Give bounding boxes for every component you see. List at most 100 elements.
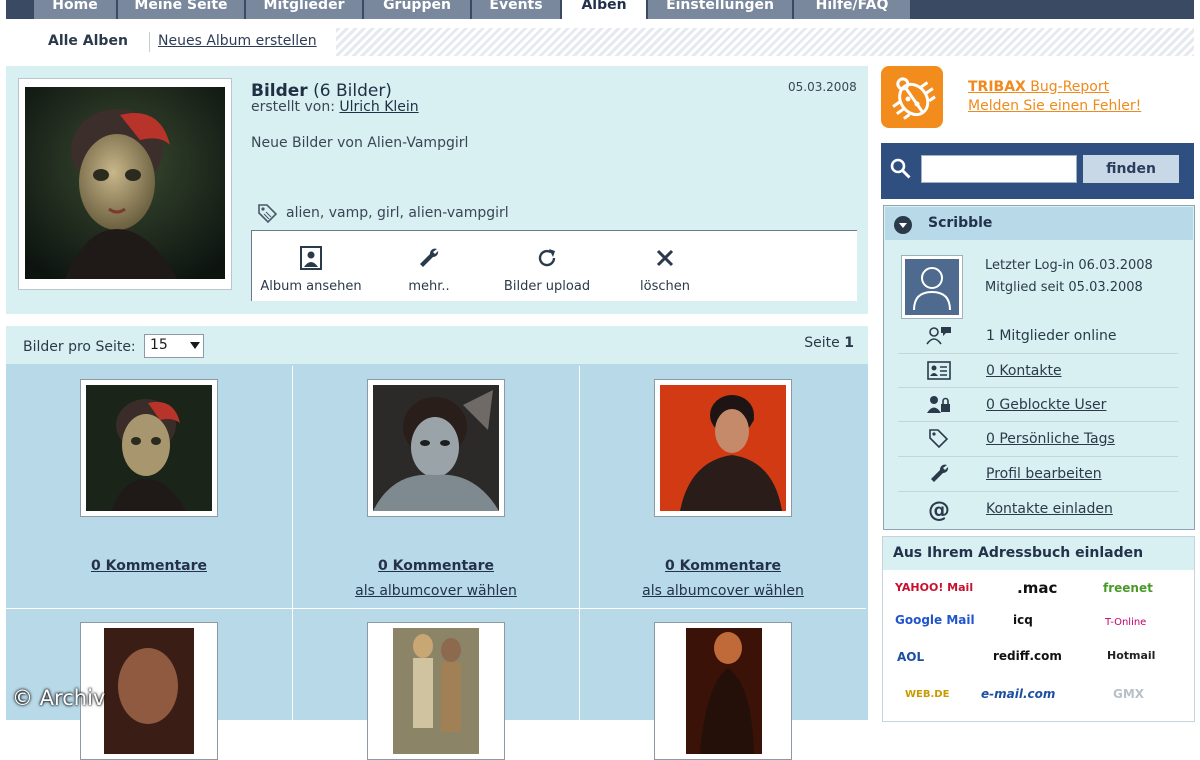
collapse-toggle[interactable]	[894, 216, 912, 234]
provider-email[interactable]: e-mail.com	[981, 687, 1055, 701]
provider-gmx[interactable]: GMX	[1113, 687, 1144, 701]
tag-icon	[258, 204, 278, 224]
album-icon	[300, 246, 322, 270]
album-creator: erstellt von: Ulrich Klein	[251, 99, 419, 115]
gallery-thumbnail[interactable]	[367, 379, 505, 517]
members-online-item: 1 Mitglieder online	[898, 319, 1178, 353]
bug-report-brand: TRIBAX	[968, 79, 1026, 95]
search-button[interactable]: finden	[1083, 155, 1179, 183]
wrench-icon	[420, 248, 439, 267]
album-tags-text: alien, vamp, girl, alien-vampgirl	[286, 205, 509, 221]
album-title: Bilder (6 Bilder)	[251, 81, 392, 101]
comments-link[interactable]: 0 Kommentare	[293, 558, 579, 574]
provider-yahoo[interactable]: YAHOO! Mail	[895, 581, 973, 594]
provider-mac[interactable]: .mac	[1017, 579, 1057, 597]
per-page-value: 15	[150, 337, 168, 353]
at-icon: @	[928, 498, 950, 521]
username: Scribble	[928, 215, 993, 231]
tab-hilfe-faq[interactable]: Hilfe/FAQ	[794, 0, 910, 19]
search-box: finden	[881, 143, 1194, 199]
contacts-item[interactable]: 0 Kontakte	[898, 353, 1178, 388]
provider-hotmail[interactable]: Hotmail	[1107, 649, 1155, 662]
view-album-button[interactable]: Album ansehen	[252, 231, 370, 301]
invite-contacts-link[interactable]: Kontakte einladen	[986, 501, 1113, 517]
provider-rediff[interactable]: rediff.com	[993, 649, 1062, 663]
created-by-label: erstellt von:	[251, 99, 335, 115]
album-panel: Bilder (6 Bilder) 05.03.2008 erstellt vo…	[6, 66, 868, 314]
tab-meine-seite[interactable]: Meine Seite	[118, 0, 244, 19]
per-page-label: Bilder pro Seite:	[23, 339, 136, 355]
bug-report-link[interactable]: Melden Sie einen Fehler!	[968, 98, 1141, 114]
personal-tags-link[interactable]: 0 Persönliche Tags	[986, 431, 1115, 447]
provider-aol[interactable]: AOL	[897, 650, 924, 664]
provider-webde[interactable]: WEB.DE	[905, 689, 949, 700]
chevron-down-icon	[899, 223, 907, 228]
edit-profile-link[interactable]: Profil bearbeiten	[986, 466, 1102, 482]
contacts-link[interactable]: 0 Kontakte	[986, 363, 1062, 379]
gallery-item: 0 Kommentare	[6, 366, 293, 609]
personal-tags-item[interactable]: 0 Persönliche Tags	[898, 421, 1178, 456]
tab-alben[interactable]: Alben	[562, 0, 646, 20]
members-online-label: 1 Mitglieder online	[986, 328, 1117, 344]
tab-home[interactable]: Home	[34, 0, 116, 19]
delete-album-button[interactable]: löschen	[610, 231, 720, 301]
tab-events[interactable]: Events	[472, 0, 560, 19]
per-page-select[interactable]: 15	[144, 334, 204, 358]
refresh-icon	[538, 249, 556, 267]
edit-profile-item[interactable]: Profil bearbeiten	[898, 456, 1178, 491]
ladybug-icon[interactable]	[881, 66, 943, 128]
search-input[interactable]	[921, 155, 1077, 183]
comments-link[interactable]: 0 Kommentare	[580, 558, 866, 574]
gallery-item: 0 Kommentare als albumcover wählen	[293, 366, 580, 609]
user-panel: Scribble Letzter Log-in 06.03.2008 Mitgl…	[883, 205, 1195, 530]
set-album-cover-link[interactable]: als albumcover wählen	[293, 583, 579, 599]
tab-gruppen[interactable]: Gruppen	[364, 0, 470, 19]
new-album-link[interactable]: Neues Album erstellen	[158, 33, 317, 49]
page-label: Seite	[804, 335, 840, 351]
tab-mitglieder[interactable]: Mitglieder	[246, 0, 362, 19]
gallery-thumbnail[interactable]	[654, 622, 792, 760]
gallery-thumbnail[interactable]	[654, 379, 792, 517]
upload-images-button[interactable]: Bilder upload	[492, 231, 602, 301]
invite-addressbook-panel: Aus Ihrem Adressbuch einladen YAHOO! Mai…	[882, 536, 1195, 722]
search-icon	[890, 158, 911, 179]
blocked-users-link[interactable]: 0 Geblockte User	[986, 397, 1106, 413]
provider-icq[interactable]: icq	[1013, 613, 1033, 627]
view-album-label: Album ansehen	[260, 279, 362, 294]
user-panel-header: Scribble	[885, 207, 1193, 240]
members-online-icon	[926, 327, 951, 345]
provider-t-online[interactable]: T-Online	[1105, 617, 1146, 628]
album-name: Bilder	[251, 81, 308, 101]
tab-einstellungen[interactable]: Einstellungen	[648, 0, 792, 19]
contacts-icon	[927, 361, 951, 380]
provider-freenet[interactable]: freenet	[1103, 581, 1153, 595]
bug-report-title[interactable]: TRIBAX Bug-Report	[968, 79, 1109, 95]
gallery-item	[293, 609, 580, 760]
avatar[interactable]	[901, 255, 963, 319]
invite-title: Aus Ihrem Adressbuch einladen	[893, 545, 1144, 561]
blocked-users-icon	[927, 396, 950, 413]
page-number: 1	[844, 335, 854, 351]
upload-images-label: Bilder upload	[503, 279, 591, 294]
member-since: Mitglied seit 05.03.2008	[985, 280, 1143, 295]
comments-link[interactable]: 0 Kommentare	[6, 558, 292, 574]
main-navigation: Home Meine Seite Mitglieder Gruppen Even…	[0, 0, 1200, 20]
set-album-cover-link[interactable]: als albumcover wählen	[580, 583, 866, 599]
creator-link[interactable]: Ulrich Klein	[339, 99, 418, 115]
blocked-users-item[interactable]: 0 Geblockte User	[898, 387, 1178, 422]
page-indicator: Seite 1	[804, 335, 854, 351]
gallery-thumbnail[interactable]	[367, 622, 505, 760]
close-icon	[656, 249, 674, 267]
provider-google[interactable]: Google Mail	[895, 613, 975, 627]
more-button[interactable]: mehr..	[374, 231, 484, 301]
delete-album-label: löschen	[640, 279, 690, 294]
album-date: 05.03.2008	[788, 80, 857, 94]
gallery-item	[580, 609, 866, 760]
gallery-thumbnail[interactable]	[80, 379, 218, 517]
bug-report-title-text: Bug-Report	[1025, 79, 1110, 95]
current-section-label: Alle Alben	[48, 33, 128, 49]
album-cover-image[interactable]	[18, 78, 232, 290]
invite-contacts-item[interactable]: @ Kontakte einladen	[898, 491, 1178, 526]
album-description: Neue Bilder von Alien-Vampgirl	[251, 135, 469, 151]
wrench-icon	[931, 464, 949, 482]
